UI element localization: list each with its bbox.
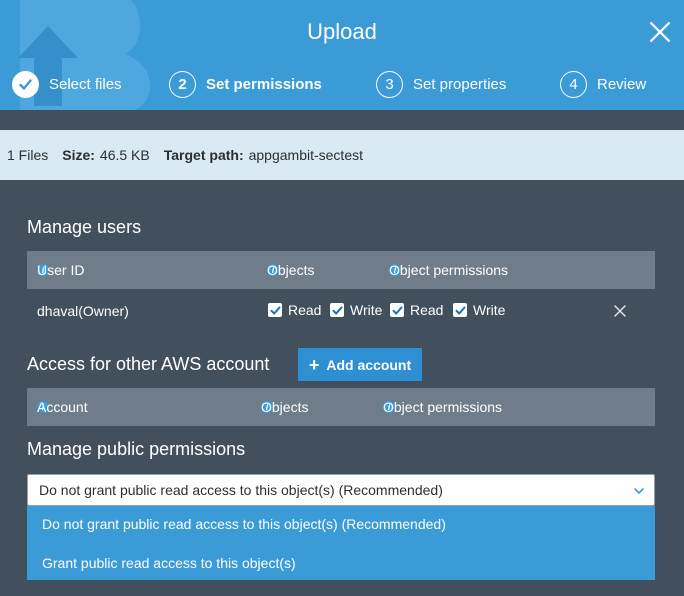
- public-permissions-title: Manage public permissions: [27, 439, 246, 459]
- step-review[interactable]: 4 Review: [560, 70, 646, 98]
- column-header-object-permissions: Object permissions i: [383, 399, 503, 415]
- target-path-label: Target path:: [163, 147, 244, 163]
- select-value: Do not grant public read access to this …: [39, 482, 443, 498]
- step-set-permissions[interactable]: 2 Set permissions: [169, 70, 322, 98]
- target-path-value: appgambit-sectest: [248, 147, 364, 163]
- step-label: Set permissions: [206, 75, 322, 93]
- step-number: 4: [560, 70, 587, 98]
- checkbox-checked-icon: [330, 303, 344, 317]
- public-access-dropdown: Do not grant public read access to this …: [27, 506, 655, 580]
- column-header-objects: Objects i: [261, 399, 309, 415]
- dropdown-option[interactable]: Do not grant public read access to this …: [42, 516, 446, 532]
- step-set-properties[interactable]: 3 Set properties: [376, 70, 506, 98]
- column-header-objects: Objects i: [267, 262, 315, 278]
- close-icon[interactable]: [646, 18, 674, 46]
- users-table-header: User ID i Objects i Object permissions i: [27, 251, 655, 289]
- step-label: Select files: [49, 75, 122, 93]
- objects-read-checkbox[interactable]: Read: [268, 302, 321, 318]
- size-value: 46.5 KB: [99, 147, 150, 163]
- step-select-files[interactable]: Select files: [12, 70, 122, 98]
- checkbox-checked-icon: [390, 303, 404, 317]
- step-label: Set properties: [413, 75, 507, 93]
- add-account-button[interactable]: + Add account: [298, 348, 422, 381]
- accounts-table-header: Account i Objects i Object permissions i: [27, 388, 655, 426]
- plus-icon: +: [308, 354, 320, 375]
- upload-summary-bar: 1 Files Size: 46.5 KB Target path: appga…: [0, 130, 684, 180]
- check-circle-icon: [12, 70, 39, 98]
- remove-user-icon[interactable]: [612, 303, 628, 319]
- public-access-select[interactable]: Do not grant public read access to this …: [27, 474, 655, 506]
- size-label: Size:: [62, 147, 95, 163]
- step-number: 2: [169, 70, 196, 98]
- user-id-cell: dhaval(Owner): [37, 303, 129, 319]
- manage-users-title: Manage users: [27, 217, 142, 237]
- column-header-user-id: User ID i: [37, 262, 85, 278]
- checkbox-checked-icon: [268, 303, 282, 317]
- dropdown-option[interactable]: Grant public read access to this object(…: [42, 555, 296, 571]
- column-header-object-permissions: Object permissions i: [389, 262, 509, 278]
- step-number: 3: [376, 70, 403, 98]
- chevron-down-icon: [634, 488, 644, 494]
- step-label: Review: [597, 75, 647, 93]
- column-header-account: Account i: [37, 399, 88, 415]
- permissions-write-checkbox[interactable]: Write: [453, 302, 505, 318]
- checkbox-checked-icon: [453, 303, 467, 317]
- file-count: 1 Files: [7, 147, 49, 163]
- other-accounts-title: Access for other AWS account: [27, 354, 270, 374]
- permissions-read-checkbox[interactable]: Read: [390, 302, 443, 318]
- objects-write-checkbox[interactable]: Write: [330, 302, 382, 318]
- modal-title: Upload: [307, 19, 377, 44]
- modal-header: Upload Select files 2 Set permissions 3 …: [0, 0, 684, 110]
